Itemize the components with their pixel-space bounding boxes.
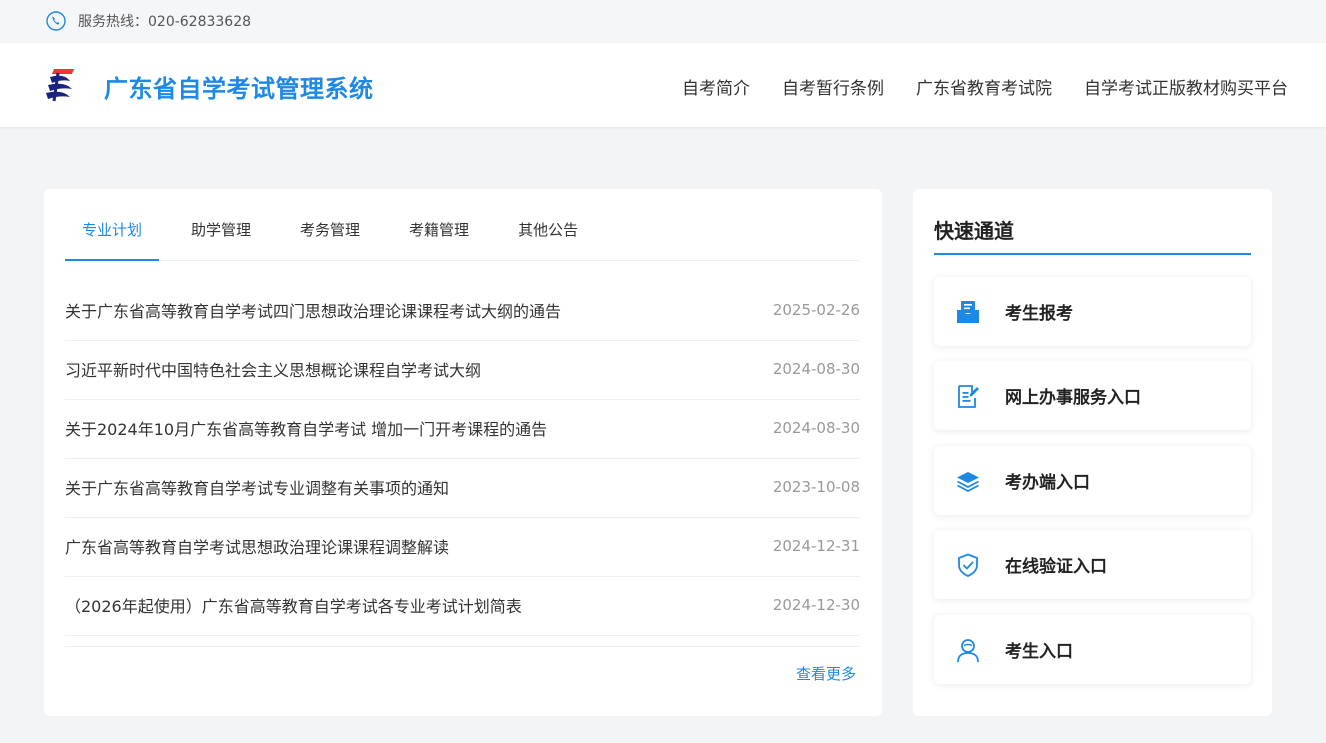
service-hotline: 服务热线：020-62833628	[46, 11, 251, 31]
news-list: 关于广东省高等教育自学考试四门思想政治理论课课程考试大纲的通告 2025-02-…	[65, 282, 860, 636]
news-date: 2024-12-30	[772, 596, 860, 614]
quick-item-online-verification[interactable]: 在线验证入口	[934, 530, 1251, 599]
quick-access-card: 快速通道 考生报考 网上办事服务入口 考办端入口 在线验证入口 考生入口	[913, 189, 1272, 716]
news-card: 专业计划 助学管理 考务管理 考籍管理 其他公告 关于广东省高等教育自学考试四门…	[44, 189, 882, 716]
list-item[interactable]: 习近平新时代中国特色社会主义思想概论课程自学考试大纲 2024-08-30	[65, 341, 860, 400]
news-date: 2024-12-31	[772, 537, 860, 555]
divider	[65, 646, 860, 647]
news-tabs: 专业计划 助学管理 考务管理 考籍管理 其他公告	[65, 209, 860, 261]
phone-icon	[46, 11, 66, 31]
quick-item-exam-office[interactable]: 考办端入口	[934, 446, 1251, 515]
site-header: 广东省自学考试管理系统 自考简介 自考暂行条例 广东省教育考试院 自学考试正版教…	[0, 43, 1326, 127]
news-title[interactable]: 习近平新时代中国特色社会主义思想概论课程自学考试大纲	[65, 357, 481, 381]
top-bar: 服务热线：020-62833628	[0, 0, 1326, 42]
quick-item-candidate-portal[interactable]: 考生入口	[934, 615, 1251, 684]
news-title[interactable]: 关于2024年10月广东省高等教育自学考试 增加一门开考课程的通告	[65, 416, 547, 440]
quick-item-label: 考办端入口	[1005, 473, 1090, 493]
news-title[interactable]: （2026年起使用）广东省高等教育自学考试各专业考试计划简表	[65, 593, 522, 617]
site-title[interactable]: 广东省自学考试管理系统	[104, 69, 374, 104]
list-item[interactable]: 关于2024年10月广东省高等教育自学考试 增加一门开考课程的通告 2024-0…	[65, 400, 860, 459]
news-date: 2023-10-08	[772, 478, 860, 496]
news-date: 2024-08-30	[772, 419, 860, 437]
main-nav: 自考简介 自考暂行条例 广东省教育考试院 自学考试正版教材购买平台	[650, 74, 1288, 99]
layers-icon	[957, 471, 979, 492]
quick-item-online-services[interactable]: 网上办事服务入口	[934, 361, 1251, 430]
quick-item-label: 考生入口	[1005, 642, 1073, 662]
logo-icon[interactable]	[44, 65, 78, 105]
news-title[interactable]: 关于广东省高等教育自学考试专业调整有关事项的通知	[65, 475, 449, 499]
mail-inbox-icon	[957, 300, 979, 323]
nav-intro[interactable]: 自考简介	[682, 74, 750, 99]
tab-study-support[interactable]: 助学管理	[174, 209, 268, 261]
nav-exam-institute[interactable]: 广东省教育考试院	[916, 74, 1052, 99]
shield-check-icon	[958, 553, 978, 577]
news-title[interactable]: 广东省高等教育自学考试思想政治理论课课程调整解读	[65, 534, 449, 558]
list-item[interactable]: 广东省高等教育自学考试思想政治理论课课程调整解读 2024-12-31	[65, 518, 860, 577]
quick-item-label: 网上办事服务入口	[1005, 388, 1141, 408]
nav-regulations[interactable]: 自考暂行条例	[782, 74, 884, 99]
list-item[interactable]: （2026年起使用）广东省高等教育自学考试各专业考试计划简表 2024-12-3…	[65, 577, 860, 636]
quick-item-label: 考生报考	[1005, 304, 1073, 324]
news-date: 2025-02-26	[772, 301, 860, 319]
tab-exam-affairs[interactable]: 考务管理	[283, 209, 377, 261]
view-more-link[interactable]: 查看更多	[796, 663, 856, 684]
document-edit-icon	[958, 384, 979, 408]
news-title[interactable]: 关于广东省高等教育自学考试四门思想政治理论课课程考试大纲的通告	[65, 298, 561, 322]
quick-access-title: 快速通道	[934, 219, 1014, 243]
divider	[934, 253, 1251, 255]
quick-item-exam-registration[interactable]: 考生报考	[934, 277, 1251, 346]
list-item[interactable]: 关于广东省高等教育自学考试四门思想政治理论课课程考试大纲的通告 2025-02-…	[65, 282, 860, 341]
hotline-text: 服务热线：020-62833628	[78, 14, 252, 30]
tab-other-notices[interactable]: 其他公告	[501, 209, 595, 261]
user-icon	[957, 638, 979, 662]
nav-textbook-platform[interactable]: 自学考试正版教材购买平台	[1084, 74, 1288, 99]
quick-item-label: 在线验证入口	[1005, 557, 1107, 577]
tab-registry[interactable]: 考籍管理	[392, 209, 486, 261]
news-date: 2024-08-30	[772, 360, 860, 378]
list-item[interactable]: 关于广东省高等教育自学考试专业调整有关事项的通知 2023-10-08	[65, 459, 860, 518]
tab-major-plan[interactable]: 专业计划	[65, 209, 160, 261]
